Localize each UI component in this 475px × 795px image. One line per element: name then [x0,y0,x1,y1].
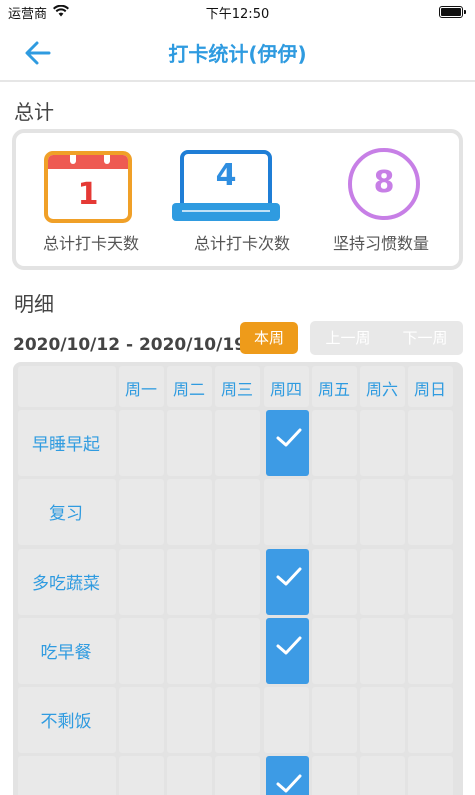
day-cell[interactable] [360,410,405,476]
day-cell[interactable] [119,549,164,615]
habit-name: 早睡早起 [32,435,100,455]
checkmark-icon [276,774,302,793]
circle-badge-icon: 8 [348,148,420,220]
checked-cell[interactable] [266,618,309,684]
day-cell[interactable] [119,687,164,753]
weekday-header: 周四 [269,380,302,399]
day-cell[interactable] [312,687,357,753]
day-cell[interactable] [215,549,260,615]
this-week-button[interactable]: 本周 [240,322,298,354]
summary-card: 1 总计打卡天数 4 总计打卡次数 8 坚持习惯数量 [12,129,463,270]
day-cell[interactable] [215,479,260,545]
total-days-label: 总计打卡天数 [42,234,139,253]
day-cell[interactable] [408,479,453,545]
day-cell[interactable] [408,618,453,684]
day-cell[interactable] [312,756,357,795]
total-checkins-label: 总计打卡次数 [193,234,290,253]
day-cell[interactable] [264,479,309,545]
day-cell[interactable] [167,618,212,684]
checkmark-icon [276,567,302,586]
weekday-header: 周五 [317,380,350,399]
day-cell[interactable] [119,479,164,545]
habit-name: 多吃蔬菜 [32,574,100,594]
habit-name: 不剩饭 [40,712,92,732]
day-cell[interactable] [167,410,212,476]
habit-name: 复习 [49,504,83,524]
day-cell[interactable] [167,687,212,753]
habit-name-cell [18,756,116,795]
checked-cell[interactable] [266,549,309,615]
checked-cell[interactable] [266,756,309,795]
day-cell[interactable] [215,410,260,476]
detail-section-title: 明细 [14,292,54,316]
day-cell[interactable] [360,549,405,615]
habit-name: 吃早餐 [40,643,92,663]
checkin-grid: 周一 周二 周三 周四 周五 周六 周日早睡早起复习多吃蔬菜吃早餐不剩饭 [13,362,463,795]
day-cell[interactable] [408,410,453,476]
status-time: 下午12:50 [205,7,270,22]
day-cell[interactable] [119,618,164,684]
next-week-button[interactable]: 下一周 [387,321,463,355]
day-cell[interactable] [215,756,260,795]
checkmark-icon [276,428,302,447]
day-cell[interactable] [312,410,357,476]
day-cell[interactable] [167,756,212,795]
day-cell[interactable] [119,410,164,476]
week-pager: 上一周 下一周 [310,321,463,355]
day-cell[interactable] [312,479,357,545]
grid-corner-cell [18,366,116,407]
habits-kept-value: 8 [373,165,395,200]
day-cell[interactable] [360,756,405,795]
stat-habits-kept: 8 坚持习惯数量 [306,133,456,266]
total-checkins-value: 4 [215,158,237,193]
day-cell[interactable] [360,479,405,545]
day-cell[interactable] [264,687,309,753]
day-cell[interactable] [215,687,260,753]
date-range: 2020/10/12 - 2020/10/19 [13,335,246,355]
checked-cell[interactable] [266,410,309,476]
day-cell[interactable] [360,687,405,753]
weekday-header: 周三 [220,380,253,399]
weekday-header: 周日 [413,380,446,399]
day-cell[interactable] [119,756,164,795]
day-cell[interactable] [360,618,405,684]
checkmark-icon [276,636,302,655]
stat-total-checkins: 4 总计打卡次数 [167,133,317,266]
day-cell[interactable] [408,549,453,615]
day-cell[interactable] [408,756,453,795]
battery-icon [439,6,466,18]
prev-week-button[interactable]: 上一周 [310,321,386,355]
total-days-value: 1 [77,177,99,212]
nav-bar: 打卡统计(伊伊) [0,24,475,82]
summary-section-title: 总计 [14,100,54,124]
status-bar: 运营商 下午12:50 [0,0,475,24]
day-cell[interactable] [408,687,453,753]
page-title: 打卡统计(伊伊) [168,42,307,66]
day-cell[interactable] [312,618,357,684]
calendar-icon: 1 [44,151,132,223]
weekday-header: 周六 [365,380,398,399]
day-cell[interactable] [215,618,260,684]
weekday-header: 周一 [124,380,157,399]
habits-kept-label: 坚持习惯数量 [332,234,429,253]
weekday-header: 周二 [172,380,205,399]
day-cell[interactable] [167,479,212,545]
day-cell[interactable] [312,549,357,615]
stat-total-days: 1 总计打卡天数 [16,133,166,266]
day-cell[interactable] [167,549,212,615]
